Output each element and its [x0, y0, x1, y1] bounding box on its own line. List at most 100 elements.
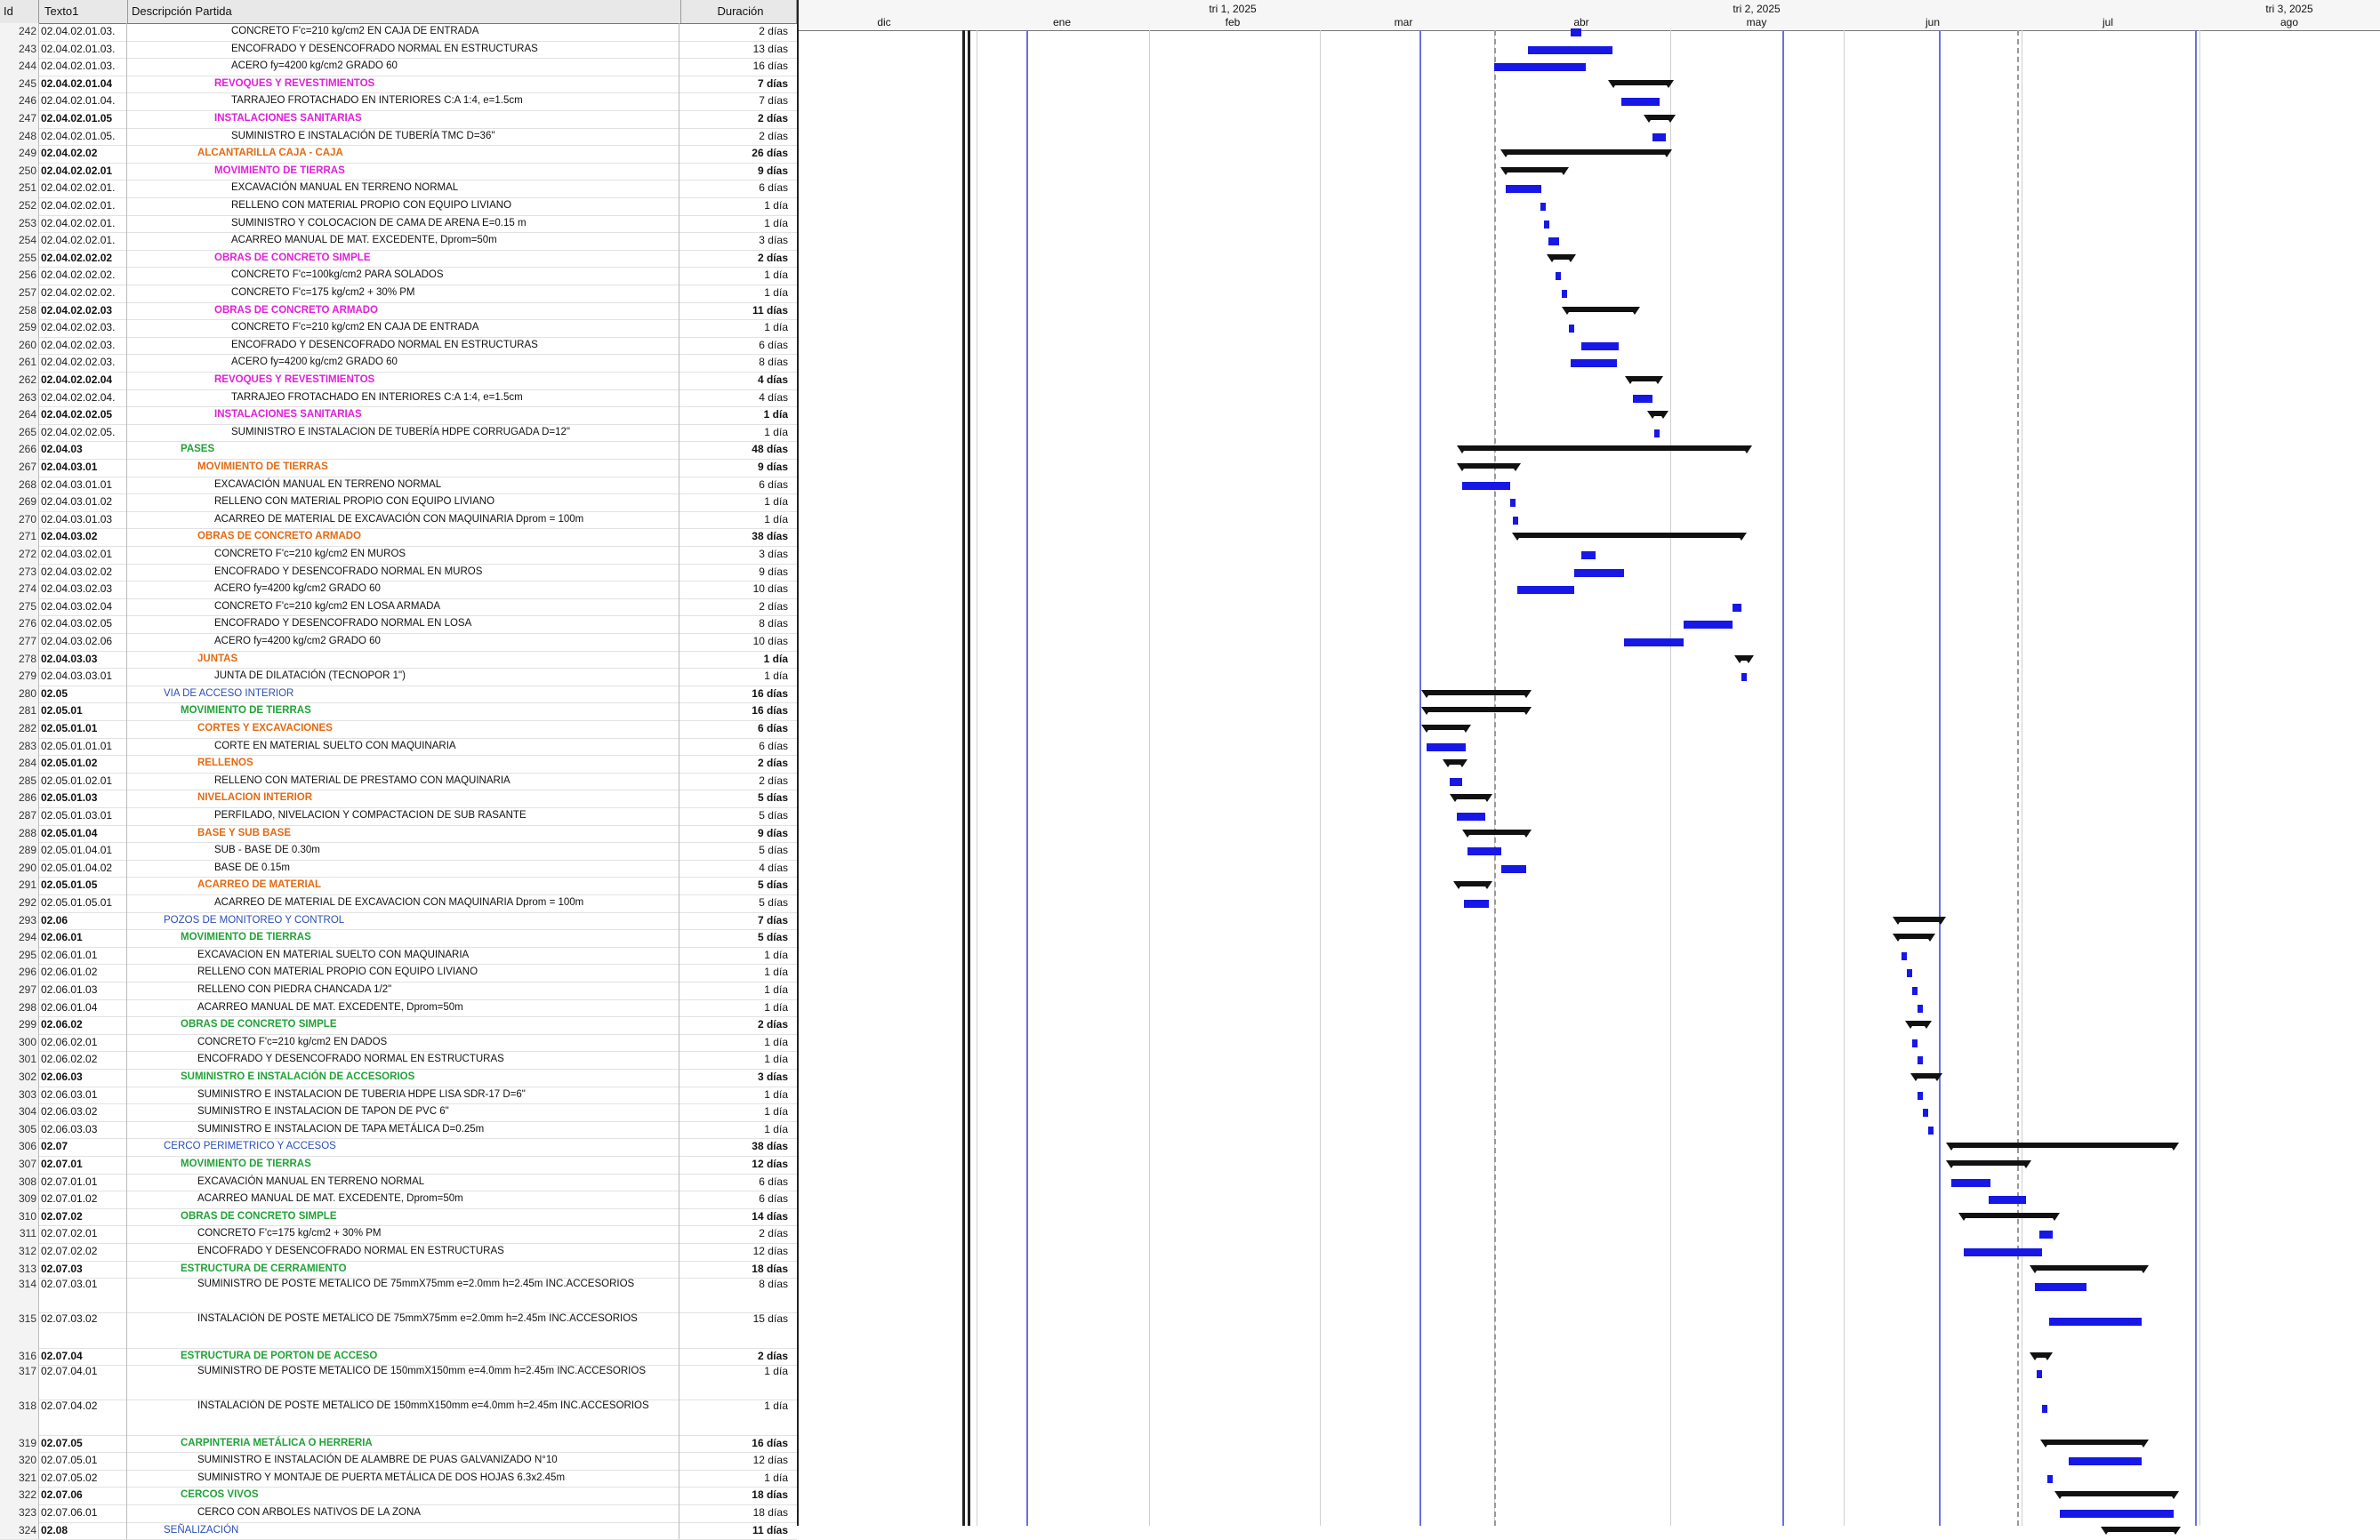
- table-row[interactable]: 308 02.07.01.01 EXCAVACIÓN MANUAL EN TERRE…: [0, 1173, 797, 1192]
- table-row[interactable]: 313 02.07.03 ESTRUCTURA DE CERRAMIENTO 18 d…: [0, 1260, 797, 1279]
- task-bar[interactable]: [1467, 847, 1501, 856]
- task-bar[interactable]: [1581, 551, 1596, 559]
- table-row[interactable]: 272 02.04.03.02.01 CONCRETO F'c=210 kg/cm2…: [0, 546, 797, 565]
- task-bar[interactable]: [1501, 864, 1526, 873]
- task-bar[interactable]: [1513, 516, 1518, 525]
- table-row[interactable]: 319 02.07.05 CARPINTERIA METÁLICA O HERRER…: [0, 1434, 797, 1454]
- table-row[interactable]: 262 02.04.02.02.04 REVOQUES Y REVESTIMIENT…: [0, 372, 797, 390]
- table-row[interactable]: 324 02.08 SEÑALIZACIÓN 11 días: [0, 1521, 797, 1540]
- summary-bar[interactable]: [1946, 1143, 2179, 1151]
- table-row[interactable]: 254 02.04.02.02.01. ACARREO MANUAL DE MAT.…: [0, 232, 797, 251]
- table-row[interactable]: 320 02.07.05.01 SUMINISTRO E INSTALACIÓN D…: [0, 1452, 797, 1471]
- table-row[interactable]: 287 02.05.01.03.01 PERFILADO, NIVELACION Y…: [0, 807, 797, 826]
- summary-bar[interactable]: [1625, 376, 1663, 384]
- task-bar[interactable]: [1571, 359, 1617, 368]
- table-row[interactable]: 266 02.04.03 PASES 48 días: [0, 441, 797, 460]
- table-row[interactable]: 323 02.07.06.01 CERCO CON ARBOLES NATIVOS …: [0, 1504, 797, 1523]
- summary-bar[interactable]: [1608, 79, 1674, 88]
- summary-bar[interactable]: [2101, 1526, 2181, 1535]
- table-row[interactable]: 247 02.04.02.01.05 INSTALACIONES SANITARIA…: [0, 110, 797, 129]
- task-bar[interactable]: [1964, 1248, 2042, 1256]
- task-bar[interactable]: [1494, 63, 1586, 72]
- table-row[interactable]: 322 02.07.06 CERCOS VIVOS 18 días: [0, 1487, 797, 1505]
- table-row[interactable]: 264 02.04.02.02.05 INSTALACIONES SANITARIA…: [0, 406, 797, 425]
- table-row[interactable]: 310 02.07.02 OBRAS DE CONCRETO SIMPLE 14 dí…: [0, 1207, 797, 1227]
- table-row[interactable]: 317 02.07.04.01 SUMINISTRO DE POSTE METALI…: [0, 1365, 797, 1401]
- table-row[interactable]: 304 02.06.03.02 SUMINISTRO E INSTALACION D…: [0, 1103, 797, 1122]
- task-bar[interactable]: [1462, 481, 1510, 490]
- table-row[interactable]: 257 02.04.02.02.02. CONCRETO F'c=175 kg/cm…: [0, 285, 797, 303]
- task-bar[interactable]: [2047, 1474, 2053, 1483]
- task-bar[interactable]: [1951, 1178, 1990, 1187]
- task-bar[interactable]: [1624, 638, 1684, 646]
- summary-bar[interactable]: [1644, 115, 1676, 123]
- summary-bar[interactable]: [1905, 1021, 1932, 1030]
- table-row[interactable]: 260 02.04.02.02.03. ENCOFRADO Y DESENCOFRA…: [0, 336, 797, 356]
- task-bar[interactable]: [1907, 969, 1912, 978]
- table-row[interactable]: 269 02.04.03.01.02 RELLENO CON MATERIAL PR…: [0, 493, 797, 512]
- summary-bar[interactable]: [1421, 707, 1532, 716]
- summary-bar[interactable]: [1421, 689, 1532, 698]
- summary-bar[interactable]: [1946, 1160, 2031, 1168]
- table-row[interactable]: 302 02.06.03 SUMINISTRO E INSTALACIÓN DE A…: [0, 1069, 797, 1087]
- table-row[interactable]: 298 02.06.01.04 ACARREO MANUAL DE MAT. EXC…: [0, 999, 797, 1018]
- table-row[interactable]: 242 02.04.02.01.03. CONCRETO F'c=210 kg/cm…: [0, 23, 797, 42]
- table-row[interactable]: 316 02.07.04 ESTRUCTURA DE PORTON DE ACCES…: [0, 1347, 797, 1367]
- task-bar[interactable]: [1540, 203, 1546, 211]
- table-row[interactable]: 275 02.04.03.02.04 CONCRETO F'c=210 kg/cm2…: [0, 598, 797, 617]
- task-bar[interactable]: [2069, 1457, 2142, 1466]
- task-bar[interactable]: [1918, 1004, 1923, 1013]
- table-row[interactable]: 248 02.04.02.01.05. SUMINISTRO E INSTALACI…: [0, 127, 797, 147]
- table-row[interactable]: 307 02.07.01 MOVIMIENTO DE TIERRAS 12 días: [0, 1156, 797, 1175]
- table-row[interactable]: 270 02.04.03.01.03 ACARREO DE MATERIAL DE …: [0, 510, 797, 530]
- table-row[interactable]: 268 02.04.03.01.01 EXCAVACIÓN MANUAL EN TE…: [0, 476, 797, 495]
- task-bar[interactable]: [1912, 987, 1918, 995]
- table-row[interactable]: 311 02.07.02.01 CONCRETO F'c=175 kg/cm2 + …: [0, 1225, 797, 1244]
- table-row[interactable]: 245 02.04.02.01.04 REVOQUES Y REVESTIMIENT…: [0, 75, 797, 94]
- col-header-id[interactable]: Id: [0, 0, 39, 23]
- summary-bar[interactable]: [2054, 1491, 2179, 1500]
- table-row[interactable]: 284 02.05.01.02 RELLENOS 2 días: [0, 755, 797, 774]
- table-row[interactable]: 299 02.06.02 OBRAS DE CONCRETO SIMPLE 2 día…: [0, 1016, 797, 1035]
- table-row[interactable]: 305 02.06.03.03 SUMINISTRO E INSTALACION D…: [0, 1120, 797, 1140]
- task-bar[interactable]: [1548, 237, 1559, 246]
- summary-bar[interactable]: [1893, 916, 1946, 925]
- task-bar[interactable]: [1902, 951, 1907, 960]
- task-bar[interactable]: [2039, 1231, 2053, 1239]
- table-row[interactable]: 315 02.07.03.02 INSTALACIÓN DE POSTE METAL…: [0, 1312, 797, 1349]
- task-bar[interactable]: [1621, 98, 1660, 107]
- summary-bar[interactable]: [1500, 149, 1672, 158]
- table-row[interactable]: 282 02.05.01.01 CORTES Y EXCAVACIONES 6 día…: [0, 720, 797, 739]
- task-bar[interactable]: [1733, 603, 1741, 612]
- summary-bar[interactable]: [1500, 166, 1569, 175]
- table-row[interactable]: 288 02.05.01.04 BASE Y SUB BASE 9 días: [0, 824, 797, 844]
- table-row[interactable]: 303 02.06.03.01 SUMINISTRO E INSTALACION D…: [0, 1086, 797, 1105]
- summary-bar[interactable]: [1457, 463, 1521, 471]
- summary-bar[interactable]: [1893, 934, 1935, 942]
- task-bar[interactable]: [2042, 1405, 2047, 1414]
- table-row[interactable]: 276 02.04.03.02.05 ENCOFRADO Y DESENCOFRAD…: [0, 615, 797, 634]
- task-bar[interactable]: [1918, 1056, 1923, 1065]
- table-row[interactable]: 300 02.06.02.01 CONCRETO F'c=210 kg/cm2 EN…: [0, 1033, 797, 1053]
- table-row[interactable]: 278 02.04.03.03 JUNTAS 1 día: [0, 650, 797, 670]
- summary-bar[interactable]: [2040, 1439, 2149, 1448]
- table-row[interactable]: 244 02.04.02.01.03. ACERO fy=4200 kg/cm2 G…: [0, 58, 797, 76]
- table-row[interactable]: 265 02.04.02.02.05. SUMINISTRO E INSTALACI…: [0, 423, 797, 443]
- task-bar[interactable]: [1684, 621, 1733, 630]
- col-header-texto1[interactable]: Texto1: [41, 0, 128, 23]
- task-bar[interactable]: [1562, 290, 1567, 298]
- table-row[interactable]: 306 02.07 CERCO PERIMETRICO Y ACCESOS 38 dí…: [0, 1138, 797, 1157]
- col-header-descripcion[interactable]: Descripción Partida: [128, 0, 681, 23]
- task-bar[interactable]: [1517, 586, 1574, 595]
- table-row[interactable]: 271 02.04.03.02 OBRAS DE CONCRETO ARMADO 38…: [0, 528, 797, 547]
- table-row[interactable]: 277 02.04.03.02.06 ACERO fy=4200 kg/cm2 GR…: [0, 633, 797, 652]
- summary-bar[interactable]: [1547, 253, 1576, 262]
- table-row[interactable]: 292 02.05.01.05.01 ACARREO DE MATERIAL DE …: [0, 894, 797, 913]
- table-row[interactable]: 255 02.04.02.02.02 OBRAS DE CONCRETO SIMPL…: [0, 249, 797, 269]
- summary-bar[interactable]: [1512, 533, 1747, 541]
- task-bar[interactable]: [1652, 132, 1666, 141]
- table-row[interactable]: 290 02.05.01.04.02 BASE DE 0.15m 4 días: [0, 859, 797, 878]
- table-row[interactable]: 321 02.07.05.02 SUMINISTRO Y MONTAJE DE PU…: [0, 1469, 797, 1488]
- table-row[interactable]: 253 02.04.02.02.01. SUMINISTRO Y COLOCACIO…: [0, 214, 797, 234]
- table-row[interactable]: 281 02.05.01 MOVIMIENTO DE TIERRAS 16 días: [0, 702, 797, 721]
